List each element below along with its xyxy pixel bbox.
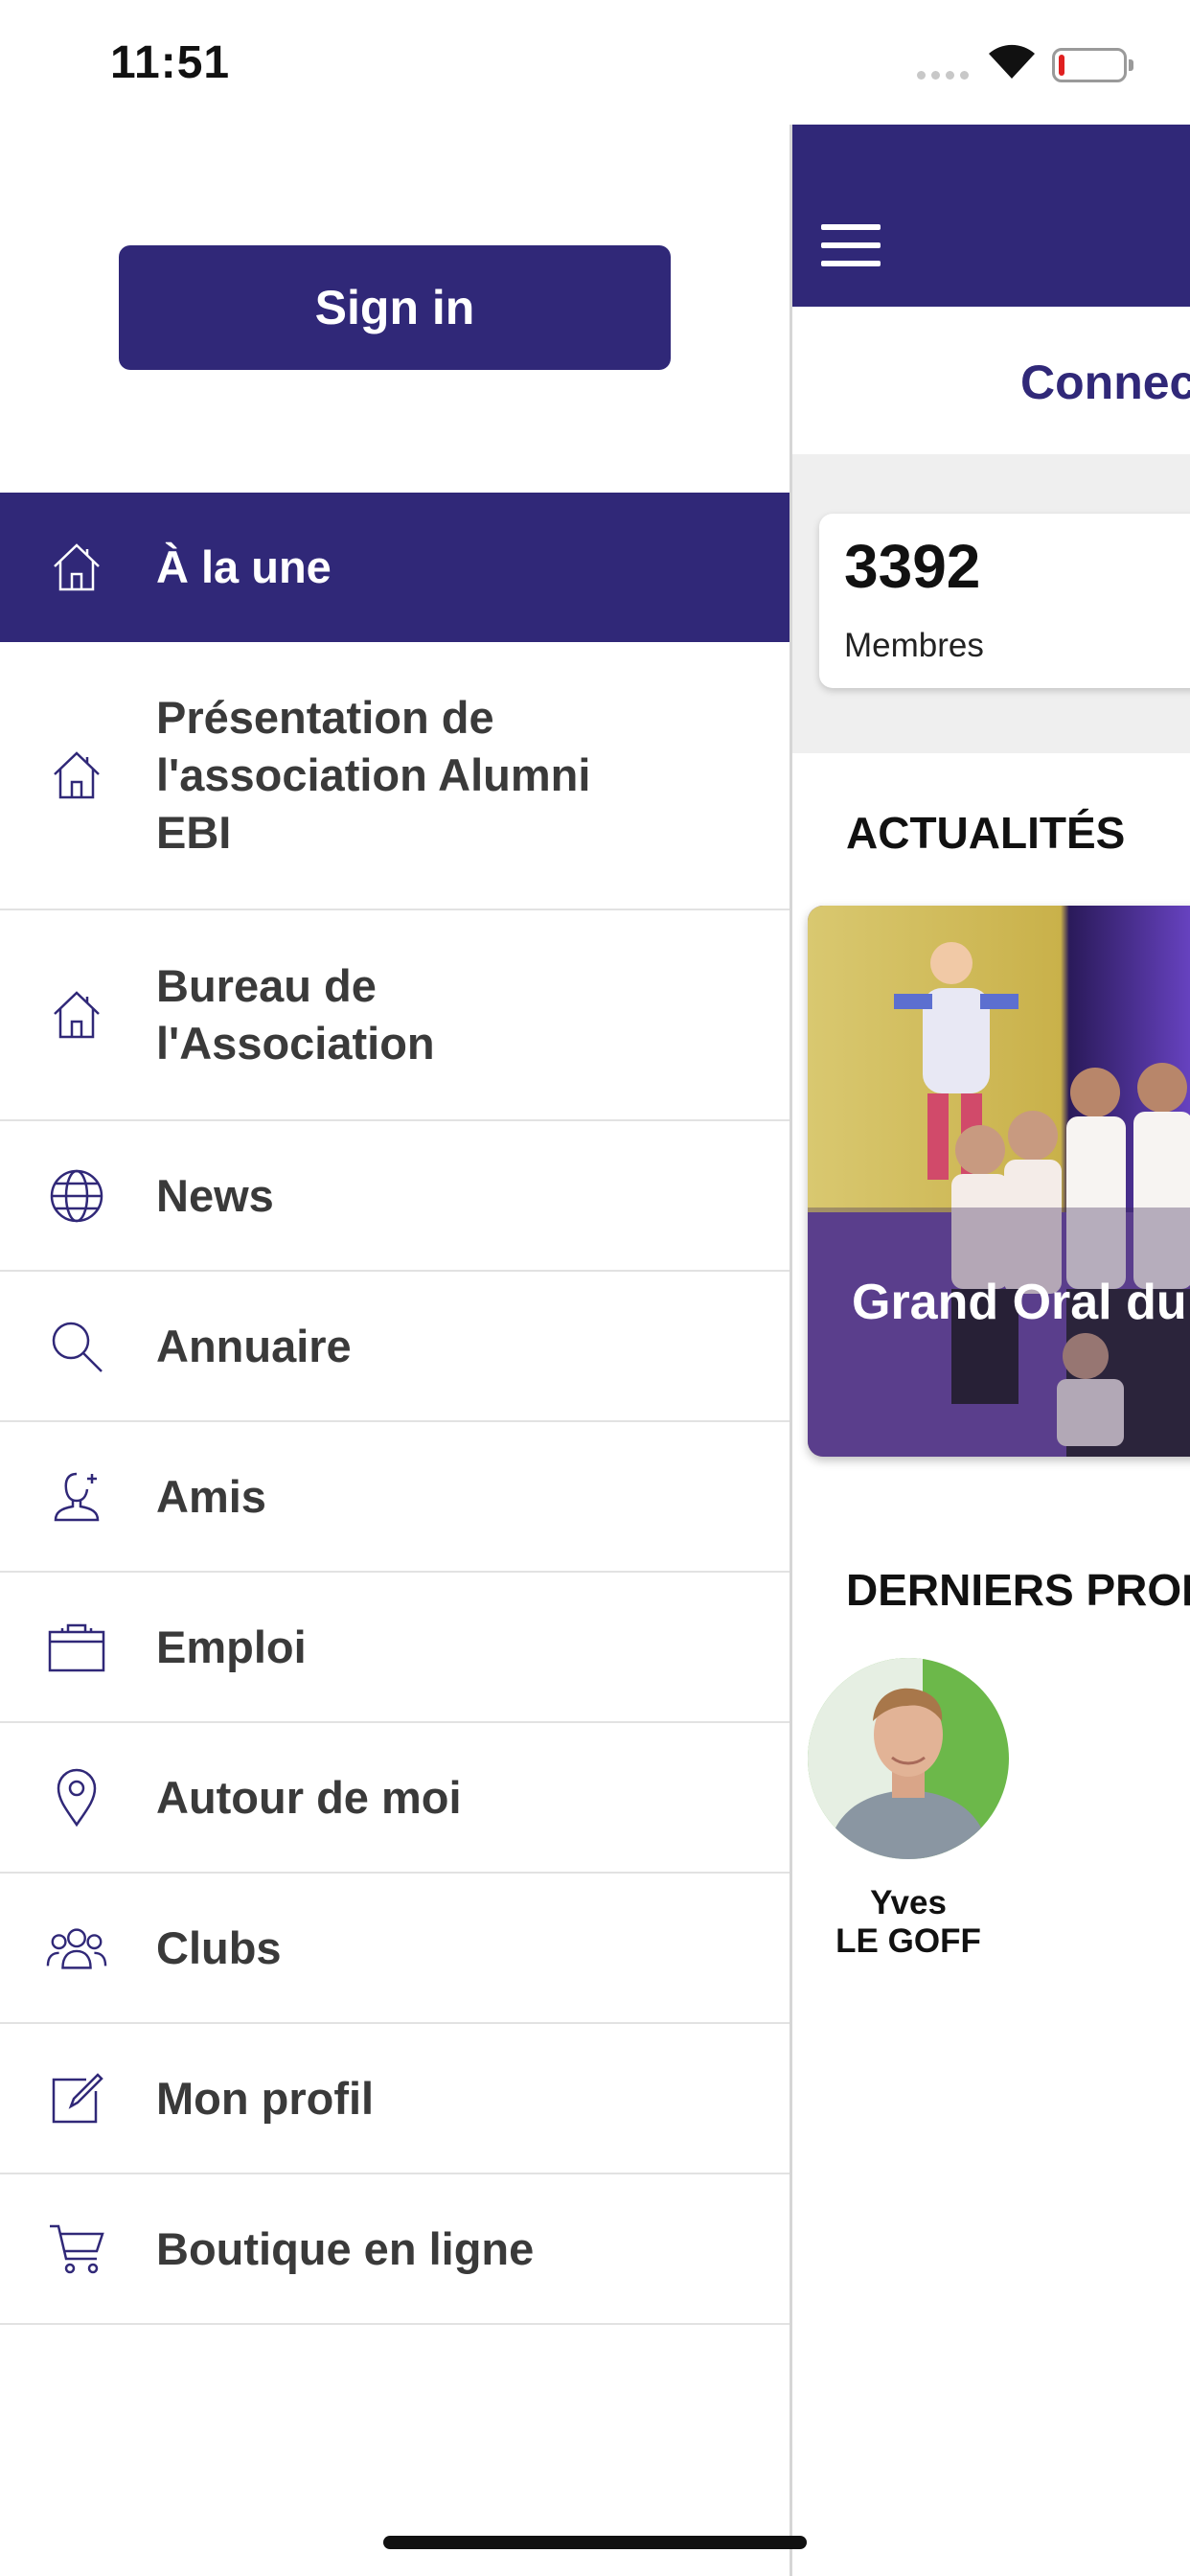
menu-item-bureau[interactable]: Bureau de l'Association	[0, 910, 790, 1121]
menu-item-label: Amis	[156, 1470, 266, 1522]
news-section-title: ACTUALITÉS	[846, 808, 1126, 858]
profile-card[interactable]: Yves LE GOFF	[808, 1658, 1009, 1961]
home-icon	[46, 537, 107, 598]
drawer-menu: À la une Présentation de l'association A…	[0, 493, 790, 2325]
battery-icon	[1052, 48, 1133, 82]
menu-item-label: À la une	[156, 541, 332, 592]
edit-icon	[46, 2068, 107, 2129]
briefcase-icon	[46, 1617, 107, 1678]
menu-item-label: Annuaire	[156, 1320, 352, 1371]
avatar	[808, 1658, 1009, 1859]
menu-item-label: Présentation de l'association Alumni EBI	[156, 692, 591, 858]
menu-item-news[interactable]: News	[0, 1121, 790, 1272]
home-indicator[interactable]	[383, 2536, 807, 2549]
profile-last-name: LE GOFF	[835, 1922, 981, 1960]
news-card-image	[808, 906, 1190, 1457]
navigation-drawer: Sign in À la une Présentation de l'assoc…	[0, 125, 790, 2576]
cellular-signal-icon	[917, 71, 969, 80]
home-icon	[46, 745, 107, 806]
menu-item-label: Mon profil	[156, 2072, 375, 2124]
connect-link[interactable]: Connect	[1020, 355, 1190, 410]
menu-item-label: News	[156, 1169, 274, 1221]
cart-icon	[46, 2219, 107, 2280]
menu-item-annuaire[interactable]: Annuaire	[0, 1272, 790, 1422]
menu-item-label: Boutique en ligne	[156, 2222, 535, 2274]
menu-item-emploi[interactable]: Emploi	[0, 1573, 790, 1723]
menu-item-clubs[interactable]: Clubs	[0, 1874, 790, 2024]
add-friend-icon	[46, 1466, 107, 1528]
profile-first-name: Yves	[870, 1884, 947, 1921]
members-count: 3392	[844, 532, 981, 601]
menu-item-label: Emploi	[156, 1621, 307, 1672]
menu-item-amis[interactable]: Amis	[0, 1422, 790, 1573]
home-icon	[46, 984, 107, 1046]
sign-in-button[interactable]: Sign in	[119, 245, 671, 370]
search-icon	[46, 1316, 107, 1377]
menu-item-presentation[interactable]: Présentation de l'association Alumni EBI	[0, 642, 790, 910]
group-icon	[46, 1918, 107, 1979]
status-time: 11:51	[110, 37, 231, 88]
news-card-title: Grand Oral du	[852, 1275, 1187, 1330]
menu-item-autour-de-moi[interactable]: Autour de moi	[0, 1723, 790, 1874]
top-app-bar	[792, 125, 1190, 307]
news-card[interactable]: Grand Oral du	[808, 906, 1190, 1457]
menu-item-label: Bureau de l'Association	[156, 960, 435, 1069]
status-bar: 11:51	[0, 0, 1190, 125]
hamburger-menu-icon[interactable]	[821, 224, 881, 266]
menu-item-mon-profil[interactable]: Mon profil	[0, 2024, 790, 2174]
menu-item-boutique[interactable]: Boutique en ligne	[0, 2174, 790, 2325]
main-content: Connect 3392 Membres ACTUALITÉS	[790, 125, 1190, 2576]
members-label: Membres	[844, 627, 984, 664]
menu-item-a-la-une[interactable]: À la une	[0, 493, 790, 642]
menu-item-label: Clubs	[156, 1921, 282, 1973]
globe-icon	[46, 1165, 107, 1227]
location-pin-icon	[46, 1767, 107, 1828]
members-stat-card[interactable]: 3392 Membres	[819, 514, 1190, 688]
profiles-section-title: DERNIERS PROFILS	[846, 1565, 1190, 1615]
wifi-icon	[987, 42, 1037, 85]
menu-item-label: Autour de moi	[156, 1771, 462, 1823]
